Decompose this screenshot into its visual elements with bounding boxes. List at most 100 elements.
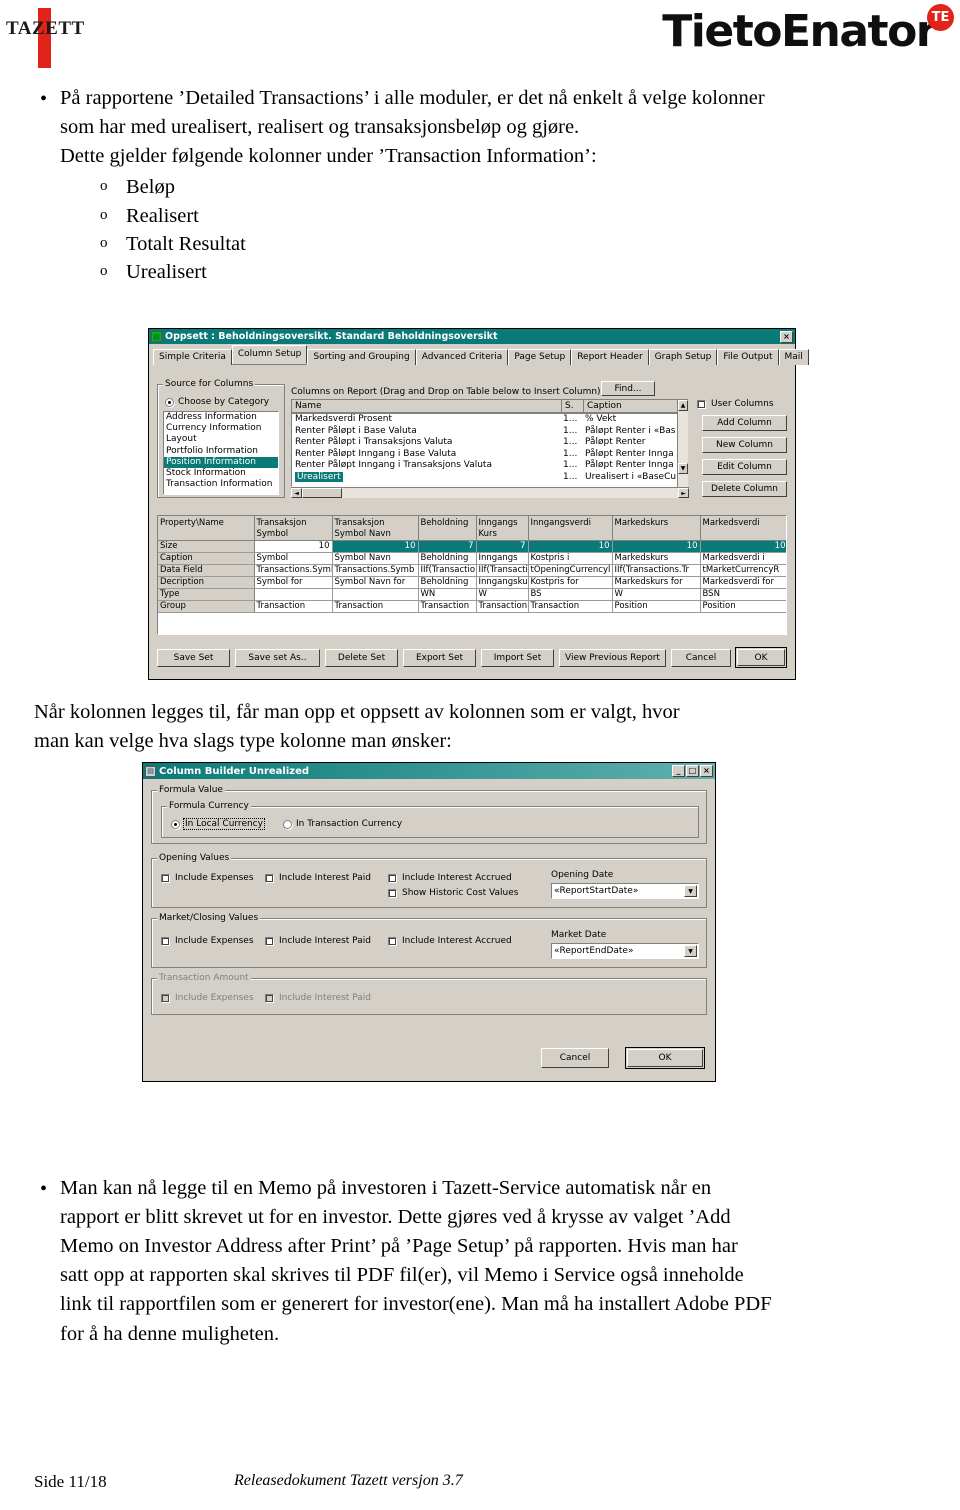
- add-column-button[interactable]: Add Column: [702, 415, 787, 431]
- delete-set-button[interactable]: Delete Set: [325, 649, 398, 667]
- table-row[interactable]: Size 10 10 7 7 10 10 10: [158, 540, 786, 553]
- cell-type[interactable]: W: [612, 588, 701, 601]
- cell-description[interactable]: Symbol Navn for: [332, 576, 419, 589]
- grid-col-header[interactable]: Transaksjon Symbol: [254, 516, 333, 541]
- list-item[interactable]: Stock Information: [164, 468, 278, 479]
- table-row[interactable]: Caption Symbol Symbol Navn Beholdning In…: [158, 552, 786, 565]
- table-row-selected[interactable]: Urealisert 1... Urealisert i «BaseCu: [292, 471, 687, 484]
- cell-group[interactable]: Transaction: [418, 600, 477, 613]
- report-columns-listbox[interactable]: Markedsverdi Prosent 1... % Vekt Renter …: [291, 413, 688, 487]
- minimize-icon[interactable]: _: [672, 765, 685, 777]
- cell-caption[interactable]: Symbol: [254, 552, 333, 565]
- market-date-combo[interactable]: «ReportEndDate» ▼: [551, 943, 699, 959]
- cell-description[interactable]: Symbol for: [254, 576, 333, 589]
- grid-col-header[interactable]: Beholdning: [418, 516, 477, 541]
- opening-include-interest-accrued-checkbox[interactable]: Include Interest Accrued: [388, 873, 512, 883]
- cell-data-field[interactable]: tOpeningCurrencyl: [528, 564, 613, 577]
- cell-group[interactable]: Position: [700, 600, 786, 613]
- cell-size[interactable]: 10: [332, 540, 419, 553]
- cell-group[interactable]: Transaction: [476, 600, 529, 613]
- cell-data-field[interactable]: tMarketCurrencyR: [700, 564, 786, 577]
- list-item[interactable]: Currency Information: [164, 423, 278, 434]
- tab-simple-criteria[interactable]: Simple Criteria: [153, 349, 232, 365]
- cell-type[interactable]: [332, 588, 419, 601]
- maximize-icon[interactable]: □: [686, 765, 699, 777]
- list-item-selected[interactable]: Position Information: [164, 456, 278, 469]
- cell-type[interactable]: BSN: [700, 588, 786, 601]
- cell-size[interactable]: 10: [528, 540, 613, 553]
- delete-column-button[interactable]: Delete Column: [702, 481, 787, 497]
- property-grid[interactable]: Property\Name Transaksjon Symbol Transak…: [157, 515, 787, 635]
- list-item[interactable]: Portfolio Information: [164, 446, 278, 457]
- import-set-button[interactable]: Import Set: [481, 649, 554, 667]
- chevron-down-icon[interactable]: ▼: [684, 945, 697, 957]
- column-header-s[interactable]: S.: [561, 399, 583, 413]
- dialog2-ok-button[interactable]: OK: [625, 1047, 705, 1069]
- scroll-up-icon[interactable]: ▲: [678, 400, 688, 411]
- chevron-down-icon[interactable]: ▼: [684, 885, 697, 897]
- tab-file-output[interactable]: File Output: [717, 349, 779, 365]
- cell-size[interactable]: 7: [418, 540, 477, 553]
- dialog1-titlebar[interactable]: ▤ Oppsett : Beholdningsoversikt. Standar…: [149, 329, 795, 344]
- table-row[interactable]: Renter Påløpt Inngang i Transaksjons Val…: [292, 460, 687, 472]
- table-row[interactable]: Group Transaction Transaction Transactio…: [158, 600, 786, 613]
- category-listbox[interactable]: Address Information Currency Information…: [163, 411, 279, 495]
- cell-caption[interactable]: Kostpris i: [528, 552, 613, 565]
- cell-size[interactable]: 7: [476, 540, 529, 553]
- new-column-button[interactable]: New Column: [702, 437, 787, 453]
- ok-button[interactable]: OK: [735, 647, 787, 668]
- cell-caption[interactable]: Markedskurs: [612, 552, 701, 565]
- cell-caption[interactable]: Beholdning: [418, 552, 477, 565]
- choose-by-category-radio[interactable]: Choose by Category: [165, 397, 269, 407]
- cell-group[interactable]: Transaction: [332, 600, 419, 613]
- opening-date-combo[interactable]: «ReportStartDate» ▼: [551, 883, 699, 899]
- market-include-interest-paid-checkbox[interactable]: Include Interest Paid: [265, 936, 371, 946]
- dialog2-cancel-button[interactable]: Cancel: [541, 1048, 609, 1068]
- grid-col-header[interactable]: Markedskurs: [612, 516, 701, 541]
- grid-col-header[interactable]: Transaksjon Symbol Navn: [332, 516, 419, 541]
- cell-size[interactable]: 10: [612, 540, 701, 553]
- market-include-expenses-checkbox[interactable]: Include Expenses: [161, 936, 254, 946]
- list-item[interactable]: Layout: [164, 434, 278, 445]
- scroll-thumb[interactable]: [302, 488, 342, 498]
- grid-col-header[interactable]: Inngangs Kurs: [476, 516, 529, 541]
- cancel-button[interactable]: Cancel: [671, 649, 731, 667]
- in-local-currency-radio[interactable]: In Local Currency: [171, 818, 265, 830]
- cell-type[interactable]: W: [476, 588, 529, 601]
- tab-page-setup[interactable]: Page Setup: [508, 349, 572, 365]
- scroll-left-icon[interactable]: ◄: [291, 488, 302, 498]
- table-row[interactable]: Renter Påløpt i Base Valuta 1... Påløpt …: [292, 426, 687, 438]
- table-row[interactable]: Markedsverdi Prosent 1... % Vekt: [292, 414, 687, 426]
- scroll-down-icon[interactable]: ▼: [678, 463, 688, 474]
- opening-include-expenses-checkbox[interactable]: Include Expenses: [161, 873, 254, 883]
- scroll-right-icon[interactable]: ►: [678, 488, 689, 498]
- report-columns-vscrollbar[interactable]: ▲ ▼: [677, 400, 688, 487]
- cell-data-field[interactable]: Transactions.Symb: [332, 564, 419, 577]
- table-row[interactable]: Decription Symbol for Symbol Navn for Be…: [158, 576, 786, 589]
- cell-caption[interactable]: Inngangs: [476, 552, 529, 565]
- save-set-as-button[interactable]: Save set As..: [235, 649, 320, 667]
- find-button[interactable]: Find...: [601, 381, 655, 396]
- cell-data-field[interactable]: IIf(Transactions.Tr: [612, 564, 701, 577]
- cell-type[interactable]: [254, 588, 333, 601]
- market-include-interest-accrued-checkbox[interactable]: Include Interest Accrued: [388, 936, 512, 946]
- grid-col-header[interactable]: Inngangsverdi: [528, 516, 613, 541]
- tab-column-setup[interactable]: Column Setup: [231, 345, 308, 364]
- table-row[interactable]: Data Field Transactions.Symb Transaction…: [158, 564, 786, 577]
- cell-data-field[interactable]: Transactions.Symb: [254, 564, 333, 577]
- dialog2-titlebar[interactable]: ▤ Column Builder Unrealized _ □ ×: [143, 763, 715, 779]
- tab-mail[interactable]: Mail: [778, 349, 809, 365]
- list-item[interactable]: Transaction Information: [164, 479, 278, 490]
- export-set-button[interactable]: Export Set: [403, 649, 476, 667]
- cell-description[interactable]: Markedsverdi for: [700, 576, 786, 589]
- table-row[interactable]: Renter Påløpt Inngang i Base Valuta 1...…: [292, 449, 687, 461]
- column-header-caption[interactable]: Caption: [583, 399, 688, 413]
- tab-graph-setup[interactable]: Graph Setup: [648, 349, 718, 365]
- cell-description[interactable]: Inngangskur: [476, 576, 529, 589]
- view-previous-report-button[interactable]: View Previous Report: [559, 649, 666, 667]
- cell-type[interactable]: BS: [528, 588, 613, 601]
- cell-size[interactable]: 10: [254, 540, 333, 553]
- tab-sorting-and-grouping[interactable]: Sorting and Grouping: [307, 349, 416, 365]
- cell-group[interactable]: Position: [612, 600, 701, 613]
- cell-group[interactable]: Transaction: [254, 600, 333, 613]
